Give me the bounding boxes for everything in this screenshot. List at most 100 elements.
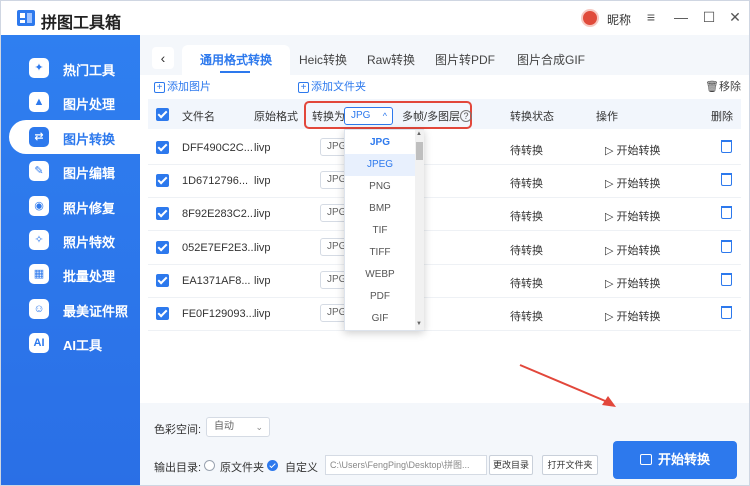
start-convert-button[interactable]: 开始转换	[613, 441, 737, 479]
play-icon: ▷	[605, 244, 617, 257]
tab-general-convert[interactable]: 通用格式转换	[182, 45, 290, 75]
row-action-label: 开始转换	[616, 145, 661, 157]
row-start-button[interactable]: ▷ 开始转换	[605, 175, 661, 191]
app-title: 拼图工具箱	[41, 15, 122, 32]
dropdown-scrollbar[interactable]: ▲ ▼	[415, 130, 424, 330]
sidebar-item-label: 热门工具	[63, 63, 116, 78]
sidebar-item-5[interactable]: ✧ 照片特效	[1, 223, 140, 257]
radio-custom[interactable]	[267, 460, 278, 471]
format-option[interactable]: JPEG	[345, 154, 415, 176]
minimize-icon[interactable]: —	[671, 7, 691, 27]
add-folder-button[interactable]: + 添加文件夹	[298, 78, 366, 94]
format-option[interactable]: GIF	[345, 308, 415, 330]
menu-icon[interactable]: ≡	[641, 7, 661, 27]
source-folder-label: 原文件夹	[220, 462, 264, 474]
format-option[interactable]: TIFF	[345, 242, 415, 264]
add-image-button[interactable]: + 添加图片	[154, 78, 211, 94]
sidebar-item-7[interactable]: ☺ 最美证件照	[1, 292, 140, 326]
tools-icon: ✦	[29, 58, 49, 78]
format-option[interactable]: TIF	[345, 220, 415, 242]
row-orig-format: livp	[254, 142, 271, 154]
back-icon[interactable]: ‹	[152, 47, 174, 69]
sidebar-item-label: AI工具	[63, 338, 103, 354]
image-pencil-icon: ✎	[29, 161, 49, 182]
open-folder-button[interactable]: 打开文件夹	[542, 455, 598, 475]
trash-icon[interactable]	[721, 239, 732, 253]
output-path-input[interactable]: C:\Users\FengPing\Desktop\拼图...	[325, 455, 487, 475]
row-start-button[interactable]: ▷ 开始转换	[605, 275, 661, 291]
play-icon: ▷	[605, 145, 617, 157]
table-row: 1D6712796... livp JPG 待转换 ▷ 开始转换	[148, 164, 741, 199]
row-start-button[interactable]: ▷ 开始转换	[605, 208, 661, 224]
sidebar-item-1[interactable]: ▲ 图片处理	[1, 85, 140, 119]
scroll-thumb[interactable]	[416, 142, 423, 160]
format-option[interactable]: BMP	[345, 198, 415, 220]
maximize-icon[interactable]: ☐	[699, 7, 719, 27]
color-space-select[interactable]: 自动 ⌄	[206, 417, 270, 437]
select-all-checkbox[interactable]	[156, 108, 169, 121]
nickname[interactable]: 昵称	[607, 11, 631, 28]
row-checkbox[interactable]	[156, 141, 169, 154]
header-delete: 删除	[711, 111, 733, 123]
header-status: 转换状态	[510, 111, 554, 123]
format-option[interactable]: PDF	[345, 286, 415, 308]
trash-icon[interactable]	[721, 306, 732, 319]
sidebar-item-3[interactable]: ✎ 图片编辑	[1, 154, 140, 188]
avatar[interactable]	[581, 9, 599, 27]
scroll-up-icon[interactable]: ▲	[416, 131, 422, 137]
table-row: 8F92E283C2... livp JPG 待转换 ▷ 开始转换	[148, 197, 741, 232]
trash-icon[interactable]	[721, 206, 732, 220]
camera-icon: ◉	[29, 195, 49, 216]
format-option[interactable]: PNG	[345, 176, 415, 198]
change-dir-button[interactable]: 更改目录	[489, 455, 533, 475]
chevron-up-icon: ^	[382, 111, 387, 121]
header-filename: 文件名	[182, 111, 215, 123]
trash-icon[interactable]	[721, 272, 732, 286]
trash-icon[interactable]	[721, 173, 732, 187]
sidebar-item-label: 图片编辑	[63, 166, 116, 182]
help-icon[interactable]: ?	[460, 110, 472, 122]
tab-image-to-pdf[interactable]: 图片转PDF	[426, 45, 504, 75]
batch-icon: ▦	[29, 264, 49, 285]
sidebar-item-4[interactable]: ◉ 照片修复	[1, 189, 140, 223]
row-start-button[interactable]: ▷ 开始转换	[605, 142, 661, 158]
clear-all-button[interactable]: 🗑移除	[705, 78, 741, 94]
trash-icon[interactable]	[721, 140, 732, 153]
camera-effect-icon-glyph: ✧	[34, 234, 44, 246]
id-photo-icon: ☺	[29, 298, 49, 319]
tab-raw[interactable]: Raw转换	[358, 45, 424, 75]
sidebar-item-8[interactable]: AI AI工具	[1, 326, 140, 360]
radio-source-folder[interactable]	[204, 460, 215, 471]
row-checkbox[interactable]	[156, 207, 169, 221]
main-panel: ‹ 通用格式转换 Heic转换 Raw转换 图片转PDF 图片合成GIF + 添加…	[140, 35, 749, 485]
row-checkbox[interactable]	[156, 307, 169, 320]
target-format-select[interactable]: JPG ^	[344, 107, 393, 125]
row-start-button[interactable]: ▷ 开始转换	[605, 242, 661, 258]
image-convert-icon: ⇄	[29, 126, 49, 147]
row-status: 待转换	[510, 211, 543, 224]
tab-heic[interactable]: Heic转换	[290, 45, 356, 75]
row-checkbox[interactable]	[156, 240, 169, 254]
row-filename: FE0F129093...	[182, 308, 255, 320]
row-start-button[interactable]: ▷ 开始转换	[605, 308, 661, 324]
format-option[interactable]: WEBP	[345, 264, 415, 286]
close-icon[interactable]: ✕	[725, 7, 745, 27]
format-dropdown: ▲ ▼ JPG JPEG PNG BMP TIF TIFF WEBP PDF GIF	[344, 129, 424, 331]
row-orig-format: livp	[254, 308, 271, 320]
output-dir-label: 输出目录:	[154, 462, 202, 474]
sidebar-item-label: 图片处理	[63, 97, 116, 113]
row-orig-format: livp	[254, 175, 271, 188]
sidebar-item-0[interactable]: ✦ 热门工具	[1, 51, 140, 85]
ai-icon-glyph: AI	[33, 337, 45, 350]
row-action-label: 开始转换	[616, 178, 661, 191]
app-logo-icon	[17, 10, 35, 26]
row-checkbox[interactable]	[156, 273, 169, 287]
scroll-down-icon[interactable]: ▼	[416, 321, 422, 327]
row-checkbox[interactable]	[156, 174, 169, 188]
sidebar-item-6[interactable]: ▦ 批量处理	[1, 257, 140, 291]
add-image-label: 添加图片	[167, 81, 211, 93]
color-space-value: 自动	[214, 421, 234, 432]
tab-image-to-gif[interactable]: 图片合成GIF	[506, 45, 596, 75]
sidebar-item-2[interactable]: ⇄ 图片转换	[9, 119, 140, 154]
format-option[interactable]: JPG	[345, 132, 415, 154]
